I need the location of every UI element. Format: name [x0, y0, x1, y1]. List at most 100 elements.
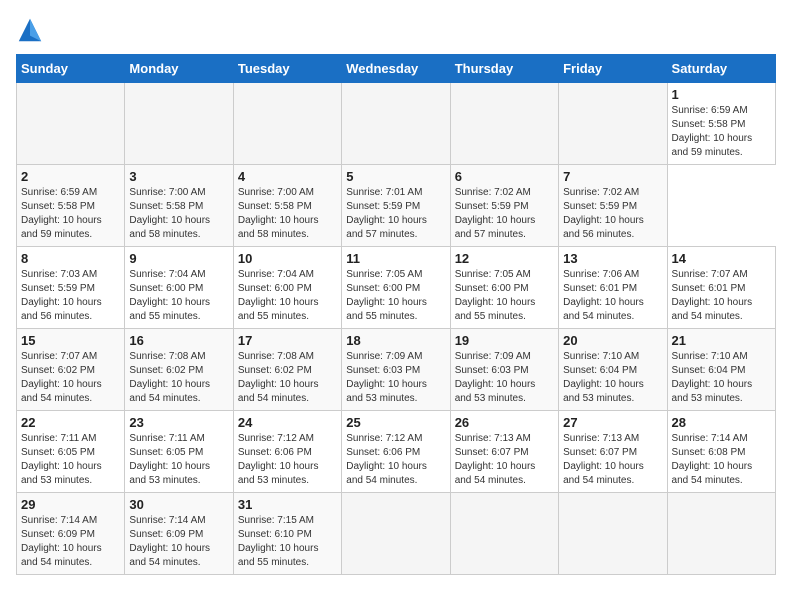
day-number: 18 [346, 333, 445, 348]
day-number: 21 [672, 333, 771, 348]
calendar-cell: 12 Sunrise: 7:05 AM Sunset: 6:00 PM Dayl… [450, 247, 558, 329]
day-number: 19 [455, 333, 554, 348]
day-info: Sunrise: 7:11 AM Sunset: 6:05 PM Dayligh… [129, 432, 228, 488]
calendar-cell: 31 Sunrise: 7:15 AM Sunset: 6:10 PM Dayl… [233, 493, 341, 575]
calendar-week: 29 Sunrise: 7:14 AM Sunset: 6:09 PM Dayl… [17, 493, 776, 575]
day-info: Sunrise: 6:59 AM Sunset: 5:58 PM Dayligh… [21, 186, 120, 242]
day-number: 28 [672, 415, 771, 430]
day-info: Sunrise: 7:01 AM Sunset: 5:59 PM Dayligh… [346, 186, 445, 242]
day-number: 30 [129, 497, 228, 512]
day-number: 3 [129, 169, 228, 184]
day-info: Sunrise: 7:00 AM Sunset: 5:58 PM Dayligh… [238, 186, 337, 242]
day-info: Sunrise: 7:14 AM Sunset: 6:09 PM Dayligh… [129, 514, 228, 570]
day-number: 20 [563, 333, 662, 348]
day-info: Sunrise: 7:14 AM Sunset: 6:09 PM Dayligh… [21, 514, 120, 570]
calendar-cell: 9 Sunrise: 7:04 AM Sunset: 6:00 PM Dayli… [125, 247, 233, 329]
day-number: 10 [238, 251, 337, 266]
calendar-cell [342, 493, 450, 575]
calendar-cell [450, 83, 558, 165]
calendar-cell: 16 Sunrise: 7:08 AM Sunset: 6:02 PM Dayl… [125, 329, 233, 411]
logo [16, 16, 48, 44]
calendar-cell: 4 Sunrise: 7:00 AM Sunset: 5:58 PM Dayli… [233, 165, 341, 247]
day-number: 1 [672, 87, 771, 102]
day-of-week-header: Friday [559, 55, 667, 83]
calendar-cell [450, 493, 558, 575]
day-info: Sunrise: 7:00 AM Sunset: 5:58 PM Dayligh… [129, 186, 228, 242]
day-number: 29 [21, 497, 120, 512]
day-number: 15 [21, 333, 120, 348]
calendar-cell: 29 Sunrise: 7:14 AM Sunset: 6:09 PM Dayl… [17, 493, 125, 575]
day-info: Sunrise: 7:09 AM Sunset: 6:03 PM Dayligh… [455, 350, 554, 406]
calendar-cell: 23 Sunrise: 7:11 AM Sunset: 6:05 PM Dayl… [125, 411, 233, 493]
day-number: 24 [238, 415, 337, 430]
calendar-cell [17, 83, 125, 165]
calendar-cell [342, 83, 450, 165]
day-info: Sunrise: 7:13 AM Sunset: 6:07 PM Dayligh… [455, 432, 554, 488]
calendar-cell: 11 Sunrise: 7:05 AM Sunset: 6:00 PM Dayl… [342, 247, 450, 329]
day-of-week-header: Wednesday [342, 55, 450, 83]
calendar-cell: 1 Sunrise: 6:59 AM Sunset: 5:58 PM Dayli… [667, 83, 775, 165]
calendar-week: 15 Sunrise: 7:07 AM Sunset: 6:02 PM Dayl… [17, 329, 776, 411]
day-info: Sunrise: 7:03 AM Sunset: 5:59 PM Dayligh… [21, 268, 120, 324]
day-info: Sunrise: 6:59 AM Sunset: 5:58 PM Dayligh… [672, 104, 771, 160]
day-number: 17 [238, 333, 337, 348]
day-number: 23 [129, 415, 228, 430]
calendar-cell: 8 Sunrise: 7:03 AM Sunset: 5:59 PM Dayli… [17, 247, 125, 329]
calendar-week: 8 Sunrise: 7:03 AM Sunset: 5:59 PM Dayli… [17, 247, 776, 329]
day-number: 11 [346, 251, 445, 266]
calendar-cell [559, 493, 667, 575]
day-info: Sunrise: 7:13 AM Sunset: 6:07 PM Dayligh… [563, 432, 662, 488]
day-number: 7 [563, 169, 662, 184]
day-of-week-header: Monday [125, 55, 233, 83]
day-number: 9 [129, 251, 228, 266]
day-info: Sunrise: 7:02 AM Sunset: 5:59 PM Dayligh… [455, 186, 554, 242]
day-info: Sunrise: 7:15 AM Sunset: 6:10 PM Dayligh… [238, 514, 337, 570]
day-info: Sunrise: 7:04 AM Sunset: 6:00 PM Dayligh… [238, 268, 337, 324]
calendar-cell: 20 Sunrise: 7:10 AM Sunset: 6:04 PM Dayl… [559, 329, 667, 411]
calendar-cell: 5 Sunrise: 7:01 AM Sunset: 5:59 PM Dayli… [342, 165, 450, 247]
day-of-week-header: Tuesday [233, 55, 341, 83]
calendar-cell: 17 Sunrise: 7:08 AM Sunset: 6:02 PM Dayl… [233, 329, 341, 411]
day-info: Sunrise: 7:07 AM Sunset: 6:02 PM Dayligh… [21, 350, 120, 406]
day-info: Sunrise: 7:08 AM Sunset: 6:02 PM Dayligh… [238, 350, 337, 406]
day-number: 27 [563, 415, 662, 430]
day-of-week-header: Saturday [667, 55, 775, 83]
day-info: Sunrise: 7:02 AM Sunset: 5:59 PM Dayligh… [563, 186, 662, 242]
calendar-cell: 10 Sunrise: 7:04 AM Sunset: 6:00 PM Dayl… [233, 247, 341, 329]
calendar-cell [233, 83, 341, 165]
day-info: Sunrise: 7:08 AM Sunset: 6:02 PM Dayligh… [129, 350, 228, 406]
day-number: 22 [21, 415, 120, 430]
day-number: 12 [455, 251, 554, 266]
day-number: 14 [672, 251, 771, 266]
calendar-cell: 21 Sunrise: 7:10 AM Sunset: 6:04 PM Dayl… [667, 329, 775, 411]
day-number: 4 [238, 169, 337, 184]
day-of-week-header: Thursday [450, 55, 558, 83]
day-number: 13 [563, 251, 662, 266]
day-info: Sunrise: 7:10 AM Sunset: 6:04 PM Dayligh… [563, 350, 662, 406]
day-number: 6 [455, 169, 554, 184]
calendar-cell [559, 83, 667, 165]
calendar-week: 22 Sunrise: 7:11 AM Sunset: 6:05 PM Dayl… [17, 411, 776, 493]
day-number: 16 [129, 333, 228, 348]
calendar-week: 1 Sunrise: 6:59 AM Sunset: 5:58 PM Dayli… [17, 83, 776, 165]
day-number: 26 [455, 415, 554, 430]
day-of-week-header: Sunday [17, 55, 125, 83]
day-info: Sunrise: 7:12 AM Sunset: 6:06 PM Dayligh… [238, 432, 337, 488]
day-info: Sunrise: 7:04 AM Sunset: 6:00 PM Dayligh… [129, 268, 228, 324]
calendar-table: SundayMondayTuesdayWednesdayThursdayFrid… [16, 54, 776, 575]
calendar-cell: 15 Sunrise: 7:07 AM Sunset: 6:02 PM Dayl… [17, 329, 125, 411]
calendar-cell: 26 Sunrise: 7:13 AM Sunset: 6:07 PM Dayl… [450, 411, 558, 493]
calendar-cell: 7 Sunrise: 7:02 AM Sunset: 5:59 PM Dayli… [559, 165, 667, 247]
calendar-cell: 24 Sunrise: 7:12 AM Sunset: 6:06 PM Dayl… [233, 411, 341, 493]
day-info: Sunrise: 7:09 AM Sunset: 6:03 PM Dayligh… [346, 350, 445, 406]
day-info: Sunrise: 7:06 AM Sunset: 6:01 PM Dayligh… [563, 268, 662, 324]
calendar-cell: 14 Sunrise: 7:07 AM Sunset: 6:01 PM Dayl… [667, 247, 775, 329]
day-number: 25 [346, 415, 445, 430]
day-number: 31 [238, 497, 337, 512]
calendar-cell: 3 Sunrise: 7:00 AM Sunset: 5:58 PM Dayli… [125, 165, 233, 247]
day-number: 2 [21, 169, 120, 184]
calendar-cell: 27 Sunrise: 7:13 AM Sunset: 6:07 PM Dayl… [559, 411, 667, 493]
calendar-cell: 6 Sunrise: 7:02 AM Sunset: 5:59 PM Dayli… [450, 165, 558, 247]
calendar-cell: 28 Sunrise: 7:14 AM Sunset: 6:08 PM Dayl… [667, 411, 775, 493]
calendar-cell: 18 Sunrise: 7:09 AM Sunset: 6:03 PM Dayl… [342, 329, 450, 411]
